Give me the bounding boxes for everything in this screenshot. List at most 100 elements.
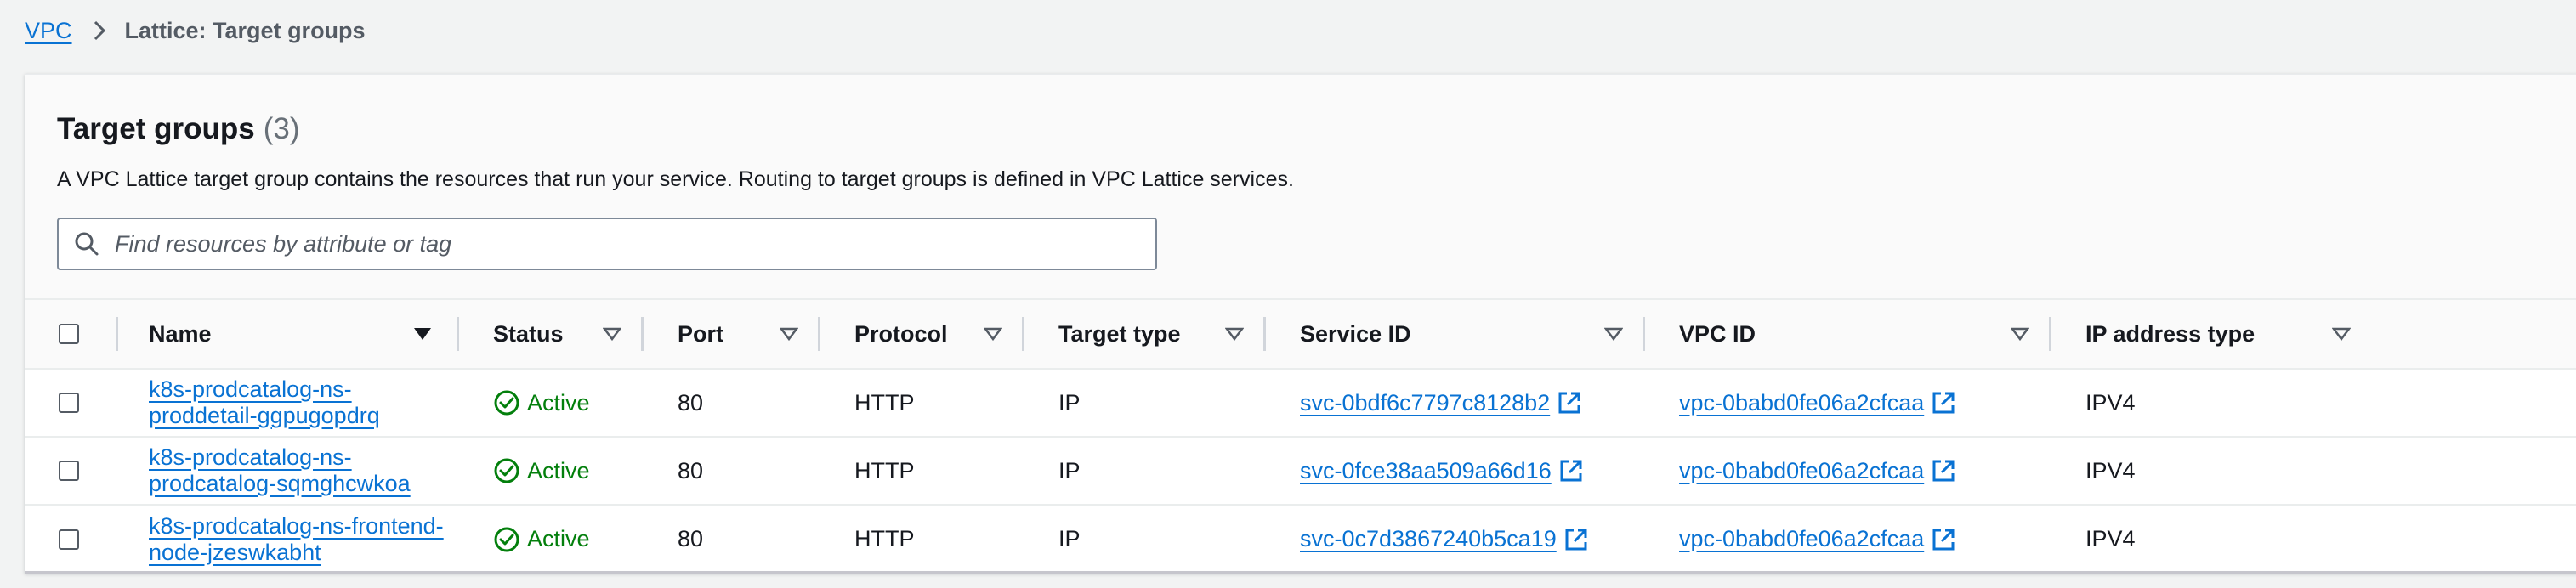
column-label-name: Name <box>149 320 212 347</box>
page-title: Target groups (3) <box>57 109 299 150</box>
breadcrumb: VPC Lattice: Target groups <box>25 12 366 49</box>
table-row[interactable]: k8s-prodcatalog-ns-proddetail-ggpugopdrq… <box>25 369 2576 438</box>
caret-down-outline-icon[interactable] <box>1601 321 1626 347</box>
column-label-port: Port <box>678 320 723 347</box>
port-cell: 80 <box>644 437 820 506</box>
status-text: Active <box>527 389 590 416</box>
row-select-cell <box>25 505 118 573</box>
protocol-cell: HTTP <box>820 437 1024 506</box>
protocol-cell: HTTP <box>820 505 1024 573</box>
caret-down-outline-icon[interactable] <box>980 321 1006 347</box>
name-cell: k8s-prodcatalog-ns-prodcatalog-sqmghcwko… <box>118 437 459 506</box>
port-value: 80 <box>678 389 704 416</box>
vpc-id-link[interactable]: vpc-0babd0fe06a2cfcaa <box>1679 526 1924 552</box>
vpc-id-link[interactable]: vpc-0babd0fe06a2cfcaa <box>1679 458 1924 484</box>
target-group-name-link[interactable]: k8s-prodcatalog-ns-proddetail-ggpugopdrq <box>149 376 459 429</box>
service-id-cell: svc-0bdf6c7797c8128b2 <box>1266 369 1645 438</box>
caret-down-outline-icon[interactable] <box>776 321 802 347</box>
breadcrumb-vpc-link[interactable]: VPC <box>25 18 72 44</box>
caret-down-filled-icon[interactable] <box>410 321 435 347</box>
status-cell: Active <box>459 437 644 506</box>
ip-type-cell: IPV4 <box>2051 437 2576 506</box>
column-header-service-id[interactable]: Service ID <box>1266 298 1645 370</box>
vpc-id-cell: vpc-0babd0fe06a2cfcaa <box>1645 369 2051 438</box>
status-cell: Active <box>459 505 644 573</box>
ip-type-value: IPV4 <box>2085 389 2136 416</box>
target-type-value: IP <box>1058 457 1081 483</box>
caret-down-outline-icon[interactable] <box>1222 321 1247 347</box>
column-header-vpc-id[interactable]: VPC ID <box>1645 298 2051 370</box>
select-all-checkbox[interactable] <box>59 324 79 344</box>
target-groups-panel: Target groups (3) A VPC Lattice target g… <box>25 74 2576 574</box>
panel-description: A VPC Lattice target group contains the … <box>57 167 1294 191</box>
protocol-value: HTTP <box>854 389 915 416</box>
port-value: 80 <box>678 526 704 551</box>
target-type-cell: IP <box>1024 437 1266 506</box>
external-link-icon[interactable] <box>1563 527 1589 552</box>
service-id-link[interactable]: svc-0c7d3867240b5ca19 <box>1300 526 1557 552</box>
target-groups-table: Name Status Port Protocol Target type Se… <box>25 298 2576 573</box>
column-label-service-id: Service ID <box>1300 320 1411 347</box>
caret-down-outline-icon[interactable] <box>599 321 625 347</box>
row-checkbox[interactable] <box>59 393 79 413</box>
external-link-icon[interactable] <box>1558 458 1584 483</box>
caret-down-outline-icon[interactable] <box>2007 321 2033 347</box>
port-cell: 80 <box>644 369 820 438</box>
target-type-cell: IP <box>1024 369 1266 438</box>
ip-type-cell: IPV4 <box>2051 505 2576 573</box>
column-label-status: Status <box>493 320 564 347</box>
external-link-icon[interactable] <box>1931 458 1956 483</box>
breadcrumb-current: Lattice: Target groups <box>124 17 366 43</box>
status-cell: Active <box>459 369 644 438</box>
column-label-target-type: Target type <box>1058 320 1181 347</box>
status-text: Active <box>527 526 590 551</box>
page-title-text: Target groups <box>57 112 255 145</box>
table-row[interactable]: k8s-prodcatalog-ns-frontend-node-jzeswka… <box>25 505 2576 573</box>
status-text: Active <box>527 457 590 483</box>
column-header-status[interactable]: Status <box>459 298 644 370</box>
search-box <box>57 218 1157 270</box>
external-link-icon[interactable] <box>1557 390 1582 416</box>
column-header-port[interactable]: Port <box>644 298 820 370</box>
service-id-cell: svc-0fce38aa509a66d16 <box>1266 437 1645 506</box>
vpc-id-cell: vpc-0babd0fe06a2cfcaa <box>1645 505 2051 573</box>
search-input[interactable] <box>113 222 1120 266</box>
item-count: (3) <box>263 112 300 145</box>
vpc-id-link[interactable]: vpc-0babd0fe06a2cfcaa <box>1679 390 1924 416</box>
check-circle-icon <box>493 389 520 416</box>
port-cell: 80 <box>644 505 820 573</box>
service-id-link[interactable]: svc-0bdf6c7797c8128b2 <box>1300 390 1550 416</box>
ip-type-cell: IPV4 <box>2051 369 2576 438</box>
table-row[interactable]: k8s-prodcatalog-ns-prodcatalog-sqmghcwko… <box>25 437 2576 506</box>
search-icon <box>72 229 101 258</box>
chevron-right-icon <box>93 20 106 42</box>
caret-down-outline-icon[interactable] <box>2329 321 2354 347</box>
column-label-vpc-id: VPC ID <box>1679 320 1756 347</box>
external-link-icon[interactable] <box>1931 390 1956 416</box>
target-type-cell: IP <box>1024 505 1266 573</box>
target-group-name-link[interactable]: k8s-prodcatalog-ns-frontend-node-jzeswka… <box>149 513 459 566</box>
check-circle-icon <box>493 457 520 484</box>
select-all-header <box>25 298 118 370</box>
ip-type-value: IPV4 <box>2085 457 2136 483</box>
ip-type-value: IPV4 <box>2085 526 2136 551</box>
name-cell: k8s-prodcatalog-ns-proddetail-ggpugopdrq <box>118 369 459 438</box>
row-checkbox[interactable] <box>59 461 79 481</box>
column-header-ip-address-type[interactable]: IP address type <box>2051 298 2576 370</box>
port-value: 80 <box>678 457 704 483</box>
vpc-id-cell: vpc-0babd0fe06a2cfcaa <box>1645 437 2051 506</box>
target-group-name-link[interactable]: k8s-prodcatalog-ns-prodcatalog-sqmghcwko… <box>149 444 459 497</box>
service-id-link[interactable]: svc-0fce38aa509a66d16 <box>1300 458 1552 484</box>
protocol-value: HTTP <box>854 526 915 551</box>
external-link-icon[interactable] <box>1931 527 1956 552</box>
protocol-cell: HTTP <box>820 369 1024 438</box>
protocol-value: HTTP <box>854 457 915 483</box>
column-header-name[interactable]: Name <box>118 298 459 370</box>
target-type-value: IP <box>1058 526 1081 551</box>
row-checkbox[interactable] <box>59 529 79 550</box>
column-header-protocol[interactable]: Protocol <box>820 298 1024 370</box>
column-header-target-type[interactable]: Target type <box>1024 298 1266 370</box>
check-circle-icon <box>493 526 520 553</box>
service-id-cell: svc-0c7d3867240b5ca19 <box>1266 505 1645 573</box>
row-select-cell <box>25 437 118 506</box>
